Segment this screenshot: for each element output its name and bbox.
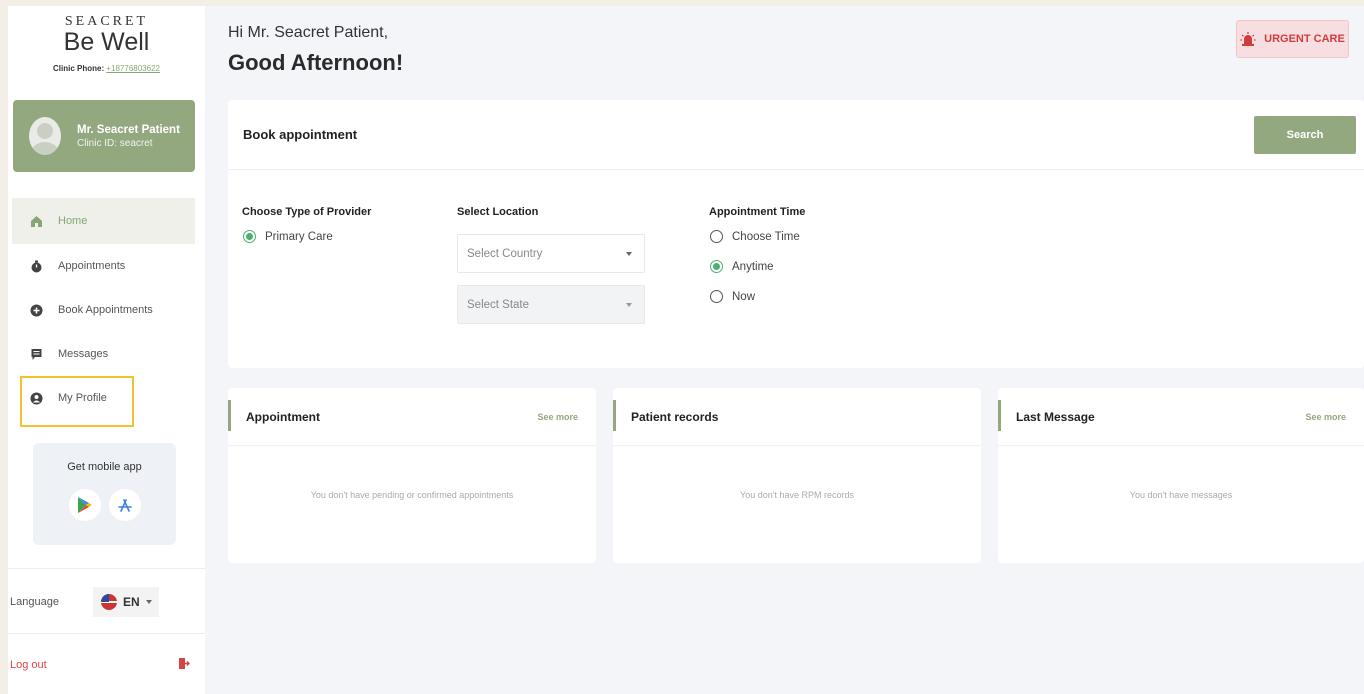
logout-label: Log out [10, 659, 47, 671]
sidebar-item-home[interactable]: Home [12, 198, 195, 244]
time-now-radio[interactable]: Now [710, 290, 755, 303]
sidebar-item-appointments[interactable]: Appointments [8, 244, 205, 288]
main-content: Hi Mr. Seacret Patient, Good Afternoon! … [205, 6, 1364, 694]
radio-selected-icon [710, 260, 723, 273]
avatar [29, 117, 61, 155]
country-select-placeholder: Select Country [467, 247, 543, 260]
google-play-icon [77, 497, 92, 513]
state-select-placeholder: Select State [467, 298, 530, 311]
radio-label: Anytime [732, 260, 774, 273]
sidebar-item-label: Appointments [58, 260, 126, 272]
logout-icon [178, 657, 190, 673]
google-play-button[interactable] [68, 489, 101, 521]
appointment-time-label: Appointment Time [709, 206, 806, 218]
clinic-phone-link[interactable]: +18776803622 [106, 64, 160, 73]
appointment-empty-text: You don't have pending or confirmed appo… [310, 490, 514, 500]
language-value: EN [122, 595, 140, 609]
sidebar-divider [8, 568, 205, 569]
my-profile-highlight [20, 376, 134, 427]
urgent-care-label: URGENT CARE [1264, 33, 1345, 45]
brand: SEACRET Be Well Clinic Phone: +187768036… [8, 6, 205, 73]
radio-selected-icon [243, 230, 256, 243]
profile-name: Mr. Seacret Patient [77, 123, 180, 136]
radio-label: Now [732, 290, 756, 303]
profile-clinic-id: Clinic ID: seacret [77, 137, 153, 149]
language-row: Language EN [8, 584, 205, 620]
sidebar-item-messages[interactable]: Messages [8, 332, 205, 376]
salutation: Good Afternoon! [228, 50, 404, 75]
appointment-card: Appointment See more You don't have pend… [228, 388, 596, 563]
patient-records-empty-text: You don't have RPM records [740, 490, 854, 500]
sidebar-divider [8, 633, 205, 634]
provider-type-label: Choose Type of Provider [242, 206, 372, 218]
provider-primary-care-radio[interactable]: Primary Care [243, 230, 333, 243]
home-icon [28, 213, 44, 229]
appointment-card-title: Appointment [246, 409, 320, 424]
app-store-icon [117, 499, 132, 512]
chevron-down-icon [145, 600, 152, 604]
language-select[interactable]: EN [92, 587, 159, 617]
patient-records-card: Patient records You don't have RPM recor… [613, 388, 981, 563]
last-message-see-more-link[interactable]: See more [1305, 412, 1346, 422]
mobile-app-title: Get mobile app [67, 461, 142, 473]
siren-icon [1240, 32, 1256, 46]
search-button[interactable]: Search [1254, 116, 1356, 154]
state-select[interactable]: Select State [457, 285, 645, 324]
radio-label: Choose Time [732, 230, 800, 243]
chevron-down-icon [626, 302, 632, 307]
message-icon [28, 346, 44, 362]
book-appointment-title: Book appointment [243, 127, 358, 142]
patient-records-title: Patient records [631, 409, 719, 424]
time-anytime-radio[interactable]: Anytime [710, 260, 774, 273]
last-message-card: Last Message See more You don't have mes… [998, 388, 1364, 563]
clinic-phone-label: Clinic Phone: [53, 64, 105, 73]
language-label: Language [10, 596, 59, 608]
us-flag-icon [100, 594, 117, 610]
radio-label: Primary Care [265, 230, 333, 243]
profile-card[interactable]: Mr. Seacret Patient Clinic ID: seacret [13, 100, 195, 172]
sidebar-item-label: Book Appointments [58, 304, 153, 316]
location-label: Select Location [457, 206, 539, 218]
book-appointment-card: Book appointment Search Choose Type of P… [228, 100, 1364, 368]
last-message-empty-text: You don't have messages [1129, 490, 1233, 500]
radio-unselected-icon [710, 230, 723, 243]
plus-circle-icon [28, 302, 44, 318]
logout-button[interactable]: Log out [10, 654, 190, 676]
sidebar-item-label: Messages [58, 348, 109, 360]
brand-logo-text: Be Well [63, 28, 150, 56]
time-choose-radio[interactable]: Choose Time [710, 230, 800, 243]
radio-unselected-icon [710, 290, 723, 303]
last-message-title: Last Message [1016, 409, 1095, 424]
greeting: Hi Mr. Seacret Patient, [228, 24, 389, 41]
sidebar: SEACRET Be Well Clinic Phone: +187768036… [8, 6, 205, 694]
sidebar-item-label: Home [58, 215, 88, 227]
sidebar-item-book-appointments[interactable]: Book Appointments [8, 288, 205, 332]
chevron-down-icon [626, 251, 632, 256]
country-select[interactable]: Select Country [457, 234, 645, 273]
stopwatch-icon [28, 258, 44, 274]
appointment-see-more-link[interactable]: See more [537, 412, 578, 422]
clinic-phone: Clinic Phone: +18776803622 [8, 64, 205, 73]
mobile-app-panel: Get mobile app [33, 443, 176, 545]
app-store-button[interactable] [108, 489, 141, 521]
urgent-care-button[interactable]: URGENT CARE [1236, 20, 1349, 58]
